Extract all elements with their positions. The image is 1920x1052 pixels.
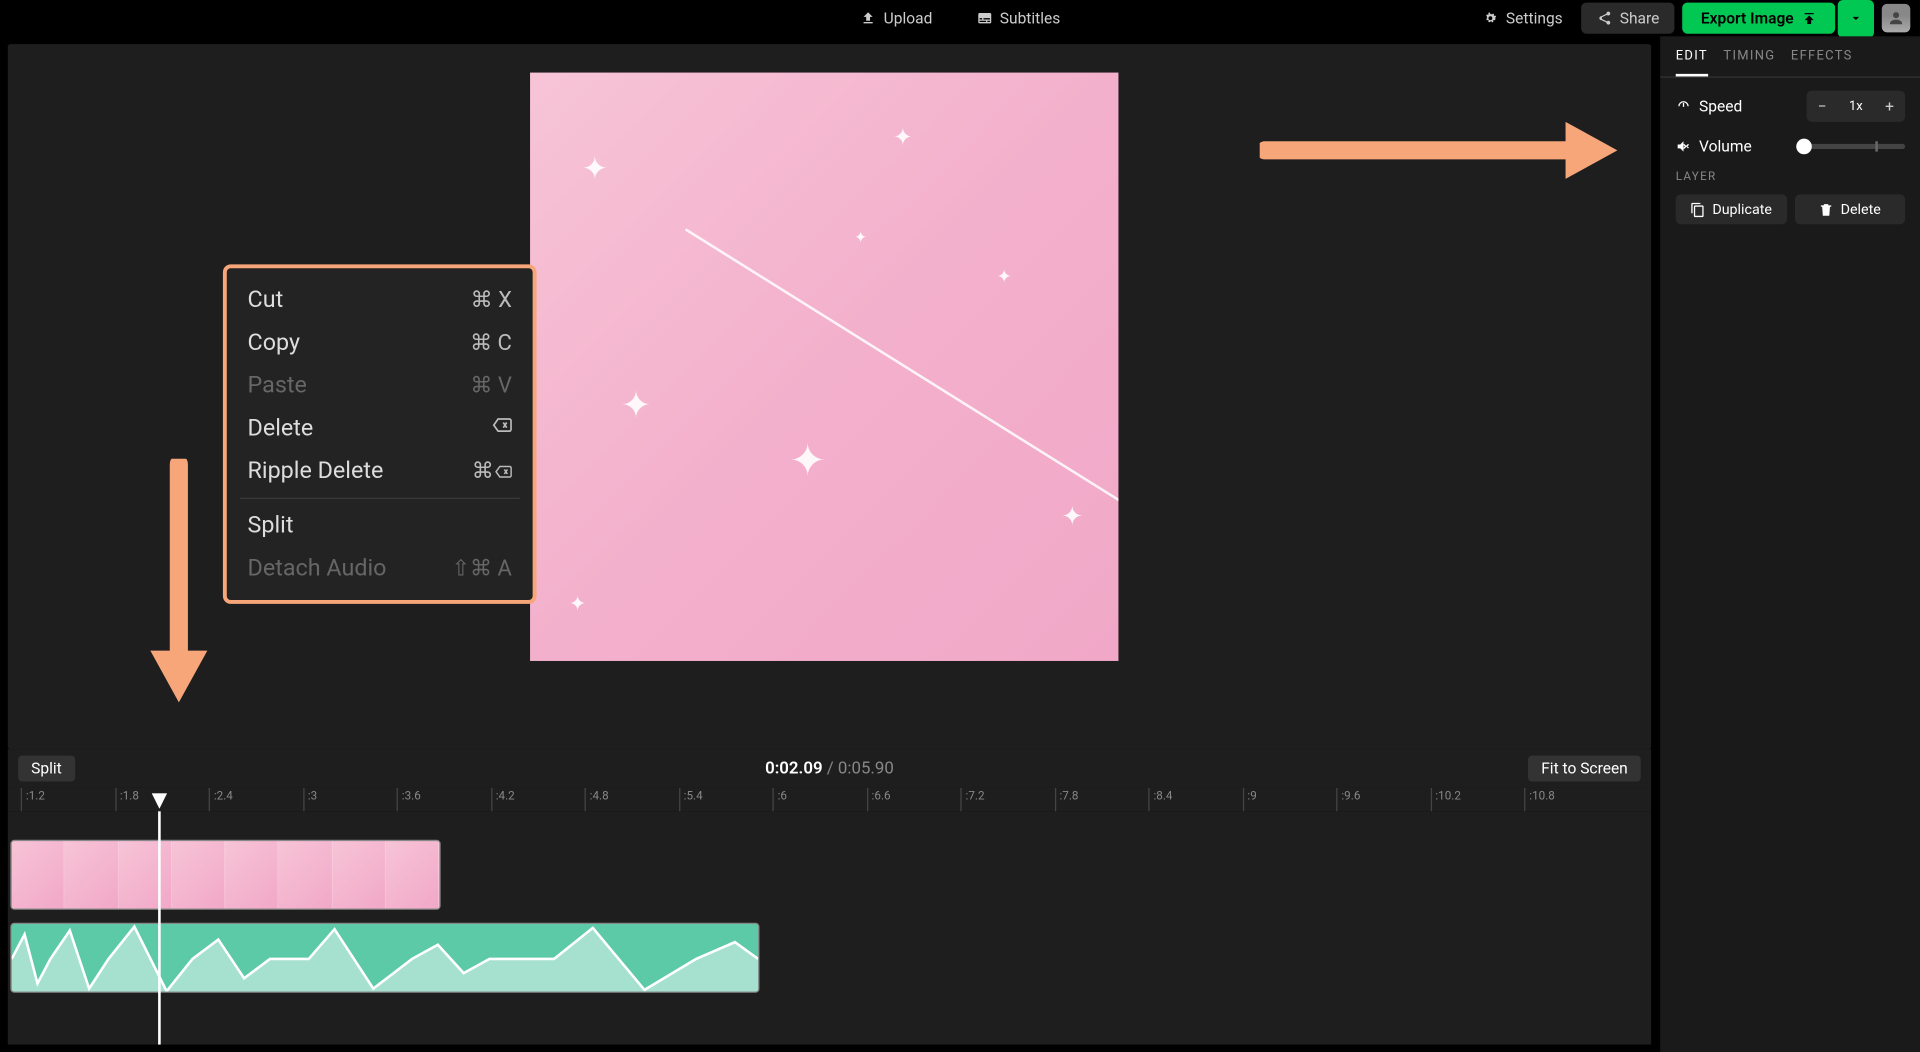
current-time: 0:02.09 — [765, 759, 823, 778]
export-button[interactable]: Export Image — [1683, 3, 1835, 34]
ruler-tick: :5.4 — [678, 788, 702, 811]
upload-icon — [860, 10, 876, 26]
ctx-label: Copy — [248, 329, 301, 356]
ctx-shortcut: ⌘ V — [470, 373, 512, 399]
ruler-tick: :7.8 — [1054, 788, 1078, 811]
export-label: Export Image — [1701, 9, 1794, 27]
ctx-ripple-delete[interactable]: Ripple Delete ⌘ — [227, 450, 533, 493]
speed-increase-button[interactable]: + — [1874, 91, 1905, 122]
ruler-tick: :4.2 — [491, 788, 515, 811]
ctx-shortcut: ⇧⌘ A — [452, 555, 512, 581]
ruler-tick: :7.2 — [960, 788, 984, 811]
ruler-tick: :6 — [772, 788, 787, 811]
duplicate-button[interactable]: Duplicate — [1676, 194, 1787, 224]
speed-label: Speed — [1699, 97, 1742, 115]
fit-to-screen-button[interactable]: Fit to Screen — [1528, 756, 1640, 782]
ctx-shortcut: ⌘ X — [471, 287, 512, 313]
speed-decrease-button[interactable]: − — [1807, 91, 1838, 122]
speed-icon — [1676, 98, 1692, 114]
ctx-separator — [240, 498, 520, 499]
volume-slider[interactable] — [1796, 144, 1906, 149]
avatar[interactable] — [1882, 4, 1911, 33]
delete-button[interactable]: Delete — [1794, 194, 1905, 224]
ctx-copy[interactable]: Copy ⌘ C — [227, 321, 533, 364]
user-icon — [1887, 9, 1905, 27]
ruler-tick: :9 — [1242, 788, 1257, 811]
ctx-label: Split — [248, 512, 294, 539]
context-menu: Cut ⌘ X Copy ⌘ C Paste ⌘ V Delete Ripple… — [223, 264, 537, 604]
preview-stage[interactable]: ✦ ✦ ✦ ✦ ✦ ✦ ✦ ✦ Cut — [8, 44, 1651, 749]
ruler-tick: :10.2 — [1430, 788, 1461, 811]
ruler-tick: :8.4 — [1148, 788, 1172, 811]
subtitles-button[interactable]: Subtitles — [966, 4, 1071, 33]
ctx-cut[interactable]: Cut ⌘ X — [227, 279, 533, 322]
waveform-icon — [12, 924, 758, 993]
speed-value: 1x — [1838, 99, 1874, 113]
gear-icon — [1483, 10, 1499, 26]
ruler-tick: :1.8 — [115, 788, 139, 811]
ctx-shortcut: ⌘ C — [470, 330, 512, 356]
upload-label: Upload — [884, 9, 933, 27]
ctx-paste: Paste ⌘ V — [227, 364, 533, 407]
duration: / 0:05.90 — [827, 759, 894, 778]
share-label: Share — [1620, 9, 1660, 27]
settings-label: Settings — [1506, 9, 1563, 27]
volume-muted-icon — [1676, 139, 1692, 155]
properties-panel: EDIT TIMING EFFECTS Speed − 1x + Volume — [1659, 36, 1920, 1052]
layer-section-label: LAYER — [1676, 171, 1905, 184]
ruler-tick: :4.8 — [584, 788, 608, 811]
ctx-split[interactable]: Split — [227, 504, 533, 547]
ctx-label: Paste — [248, 372, 307, 399]
ctx-label: Delete — [248, 415, 314, 442]
ruler-tick: :1.2 — [21, 788, 45, 811]
ruler-tick: :9.6 — [1336, 788, 1360, 811]
settings-button[interactable]: Settings — [1472, 4, 1573, 33]
duplicate-icon — [1690, 202, 1706, 218]
volume-label: Volume — [1699, 137, 1752, 155]
playhead[interactable] — [158, 811, 161, 1044]
timeline-header: Split 0:02.09 / 0:05.90 Fit to Screen — [8, 749, 1651, 788]
split-button[interactable]: Split — [18, 756, 75, 782]
annotation-arrow-right — [1260, 114, 1618, 187]
timeline-tracks[interactable] — [8, 811, 1651, 1044]
ctx-label: Cut — [248, 286, 284, 313]
ctx-shortcut — [491, 415, 512, 442]
top-bar: Upload Subtitles Settings Share Export I… — [0, 0, 1920, 36]
export-icon — [1801, 10, 1817, 26]
tab-timing[interactable]: TIMING — [1723, 49, 1775, 76]
ruler-tick: :3.6 — [397, 788, 421, 811]
subtitles-label: Subtitles — [1000, 9, 1061, 27]
ruler-tick: :10.8 — [1524, 788, 1555, 811]
ctx-shortcut: ⌘ — [472, 458, 512, 484]
ruler-tick: :6.6 — [866, 788, 890, 811]
tab-effects[interactable]: EFFECTS — [1791, 49, 1853, 76]
duplicate-label: Duplicate — [1712, 201, 1772, 218]
tab-edit[interactable]: EDIT — [1676, 49, 1708, 76]
video-clip[interactable] — [10, 840, 440, 910]
share-icon — [1596, 10, 1612, 26]
subtitles-icon — [976, 10, 992, 26]
ctx-label: Detach Audio — [248, 555, 387, 582]
time-display: 0:02.09 / 0:05.90 — [765, 759, 894, 778]
ctx-detach-audio: Detach Audio ⇧⌘ A — [227, 547, 533, 590]
share-button[interactable]: Share — [1581, 3, 1675, 34]
trash-icon — [1819, 202, 1835, 218]
chevron-down-icon — [1848, 10, 1864, 26]
ruler-tick: :2.4 — [209, 788, 233, 811]
ruler-tick: :3 — [303, 788, 318, 811]
audio-clip[interactable] — [10, 923, 759, 993]
export-dropdown[interactable] — [1838, 0, 1874, 37]
delete-label: Delete — [1841, 201, 1881, 218]
ctx-delete[interactable]: Delete — [227, 407, 533, 450]
timeline-ruler[interactable]: :1.2 :1.8 :2.4 :3 :3.6 :4.2 :4.8 :5.4 :6 :6.6 :7.2… — [8, 788, 1651, 811]
ctx-label: Ripple Delete — [248, 457, 384, 484]
preview-frame: ✦ ✦ ✦ ✦ ✦ ✦ ✦ ✦ — [530, 73, 1118, 661]
upload-button[interactable]: Upload — [850, 4, 943, 33]
annotation-arrow-down — [143, 459, 216, 703]
